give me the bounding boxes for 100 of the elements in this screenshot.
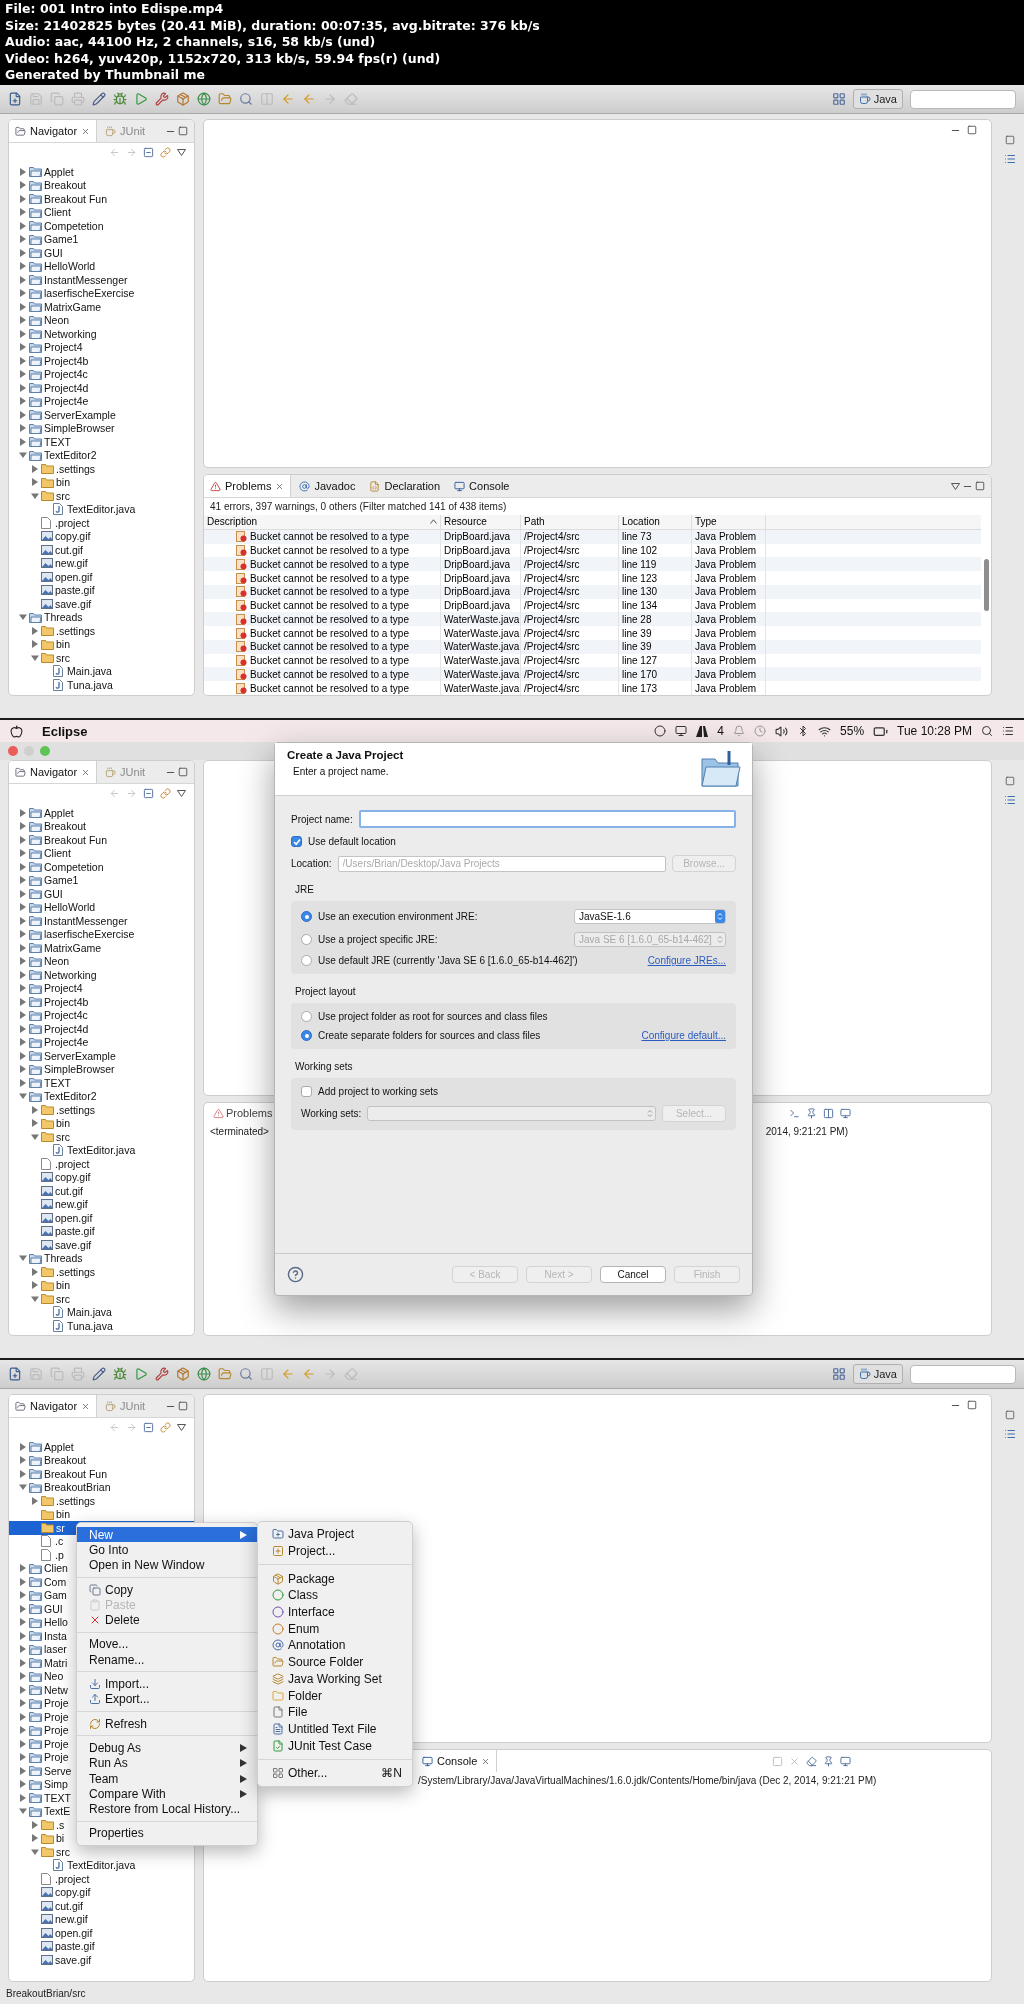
tree-item[interactable]: Proje bbox=[9, 1750, 73, 1764]
checkbox[interactable] bbox=[291, 836, 302, 847]
menu-item[interactable]: Java Project bbox=[258, 1526, 412, 1543]
caret-right-icon[interactable] bbox=[19, 370, 27, 379]
tree-item[interactable]: Breakout bbox=[9, 178, 91, 192]
tool-icon[interactable] bbox=[155, 92, 169, 106]
tree-item[interactable]: Networking bbox=[9, 327, 101, 341]
checkbox[interactable] bbox=[301, 1086, 312, 1097]
tree-item[interactable]: .project bbox=[9, 1157, 94, 1171]
tree-item[interactable]: src bbox=[9, 489, 74, 503]
caret-right-icon[interactable] bbox=[31, 640, 39, 649]
globe-icon[interactable] bbox=[197, 1367, 211, 1381]
terminal-icon[interactable] bbox=[789, 1107, 800, 1119]
caret-right-icon[interactable] bbox=[19, 1699, 27, 1708]
tree-item[interactable]: new.gif bbox=[9, 1197, 92, 1211]
tree-item[interactable]: Tuna.java bbox=[9, 1319, 117, 1333]
caret-right-icon[interactable] bbox=[19, 1577, 27, 1586]
caret-right-icon[interactable] bbox=[19, 1631, 27, 1640]
tree-item[interactable]: TextEditor2 bbox=[9, 448, 101, 462]
menu-item[interactable]: Enum bbox=[258, 1620, 412, 1638]
tree-item[interactable]: copy.gif bbox=[9, 529, 95, 543]
tree-item[interactable]: Main.java bbox=[9, 664, 116, 678]
caret-right-icon[interactable] bbox=[19, 1645, 27, 1654]
caret-right-icon[interactable] bbox=[19, 835, 27, 844]
volume-icon[interactable] bbox=[775, 724, 789, 738]
tree-item[interactable]: save.gif bbox=[9, 597, 96, 611]
caret-right-icon[interactable] bbox=[31, 626, 39, 635]
tree-item[interactable]: Breakout bbox=[9, 1453, 91, 1467]
caret-right-icon[interactable] bbox=[19, 1753, 27, 1762]
caret-right-icon[interactable] bbox=[19, 1564, 27, 1573]
open-folder-icon[interactable] bbox=[218, 1367, 232, 1381]
view-tab[interactable]: Problems bbox=[204, 475, 292, 497]
caret-down-icon[interactable] bbox=[31, 491, 39, 500]
perspective-button[interactable]: Java bbox=[852, 89, 903, 109]
menu-item[interactable]: JUnit Test Case bbox=[258, 1737, 412, 1754]
table-row[interactable]: Bucket cannot be resolved to a type WaterWaste.java /Project4/src line 170 Java Problem bbox=[204, 667, 981, 682]
record-icon[interactable] bbox=[654, 725, 667, 737]
view-tab[interactable]: Javadoc bbox=[293, 475, 362, 497]
menu-item[interactable]: Open in New Window bbox=[77, 1557, 257, 1573]
caret-right-icon[interactable] bbox=[19, 1672, 27, 1681]
open-folder-icon[interactable] bbox=[218, 92, 232, 106]
caret-right-icon[interactable] bbox=[19, 862, 27, 871]
tree-item[interactable]: Threads bbox=[9, 1251, 87, 1265]
tree-item[interactable]: cut.gif bbox=[9, 543, 87, 557]
caret-right-icon[interactable] bbox=[31, 1267, 39, 1276]
caret-right-icon[interactable] bbox=[19, 329, 27, 338]
caret-right-icon[interactable] bbox=[19, 410, 27, 419]
menu-item[interactable]: Source Folder bbox=[258, 1653, 412, 1671]
caret-right-icon[interactable] bbox=[19, 822, 27, 831]
caret-right-icon[interactable] bbox=[19, 1780, 27, 1789]
tree-item[interactable]: TextEditor.java bbox=[9, 502, 140, 516]
menu-item[interactable]: Java Working Set bbox=[258, 1670, 412, 1688]
tree-item[interactable]: Project4 bbox=[9, 981, 87, 995]
link-icon[interactable] bbox=[160, 787, 171, 799]
tree-item[interactable]: TEXT bbox=[9, 1076, 75, 1090]
caret-right-icon[interactable] bbox=[19, 1658, 27, 1667]
caret-right-icon[interactable] bbox=[19, 397, 27, 406]
tree-item[interactable]: paste.gif bbox=[9, 1939, 99, 1953]
tree-item[interactable]: save.gif bbox=[9, 1953, 96, 1967]
open-perspective-icon[interactable] bbox=[831, 92, 846, 106]
caret-right-icon[interactable] bbox=[19, 997, 27, 1006]
tree-item[interactable]: TextEditor.java bbox=[9, 1858, 140, 1872]
tree-item[interactable]: TextE bbox=[9, 1804, 75, 1818]
tree-item[interactable]: Networking bbox=[9, 968, 101, 982]
tree-item[interactable]: Applet bbox=[9, 1440, 78, 1454]
tree-item[interactable]: bin bbox=[9, 1507, 74, 1521]
caret-right-icon[interactable] bbox=[19, 194, 27, 203]
menu-item[interactable]: Delete bbox=[77, 1612, 257, 1628]
caret-right-icon[interactable] bbox=[31, 1834, 39, 1843]
menu-item[interactable]: Move... bbox=[77, 1636, 257, 1653]
collapse-all-icon[interactable] bbox=[143, 1421, 154, 1433]
pin-icon[interactable] bbox=[806, 1107, 817, 1119]
caret-down-icon[interactable] bbox=[31, 1132, 39, 1141]
caret-down-icon[interactable] bbox=[19, 1092, 27, 1101]
menu-item[interactable]: Package bbox=[258, 1570, 412, 1588]
caret-right-icon[interactable] bbox=[19, 984, 27, 993]
tree-item[interactable]: Project4d bbox=[9, 381, 93, 395]
tree-item[interactable]: src bbox=[9, 1292, 74, 1306]
search-icon[interactable] bbox=[239, 1367, 253, 1381]
tree-item[interactable]: copy.gif bbox=[9, 1170, 95, 1184]
tree-item[interactable]: laser bbox=[9, 1642, 71, 1656]
menu-item[interactable]: Copy bbox=[77, 1581, 257, 1598]
tree-item[interactable]: .s bbox=[9, 1818, 69, 1832]
caret-down-icon[interactable] bbox=[31, 653, 39, 662]
maximize-icon[interactable] bbox=[178, 126, 188, 136]
caret-right-icon[interactable] bbox=[19, 1712, 27, 1721]
tree-item[interactable]: Simp bbox=[9, 1777, 72, 1791]
view-menu-icon[interactable] bbox=[951, 482, 960, 490]
tree-item[interactable]: BreakoutBrian bbox=[9, 1480, 115, 1494]
view-tab[interactable]: Declaration bbox=[363, 475, 447, 497]
radio-button[interactable] bbox=[301, 1030, 312, 1041]
caret-right-icon[interactable] bbox=[19, 383, 27, 392]
tree-item[interactable]: ServerExample bbox=[9, 408, 120, 422]
tree-item[interactable]: bin bbox=[9, 1278, 74, 1292]
table-row[interactable]: Bucket cannot be resolved to a type WaterWaste.java /Project4/src line 28 Java Problem bbox=[204, 612, 981, 627]
caret-right-icon[interactable] bbox=[19, 1739, 27, 1748]
tree-item[interactable]: InstantMessenger bbox=[9, 273, 132, 287]
new-file-icon[interactable] bbox=[8, 1367, 22, 1381]
tree-item[interactable]: SimpleBrowser bbox=[9, 421, 119, 435]
menu-item[interactable]: Folder bbox=[258, 1687, 412, 1704]
